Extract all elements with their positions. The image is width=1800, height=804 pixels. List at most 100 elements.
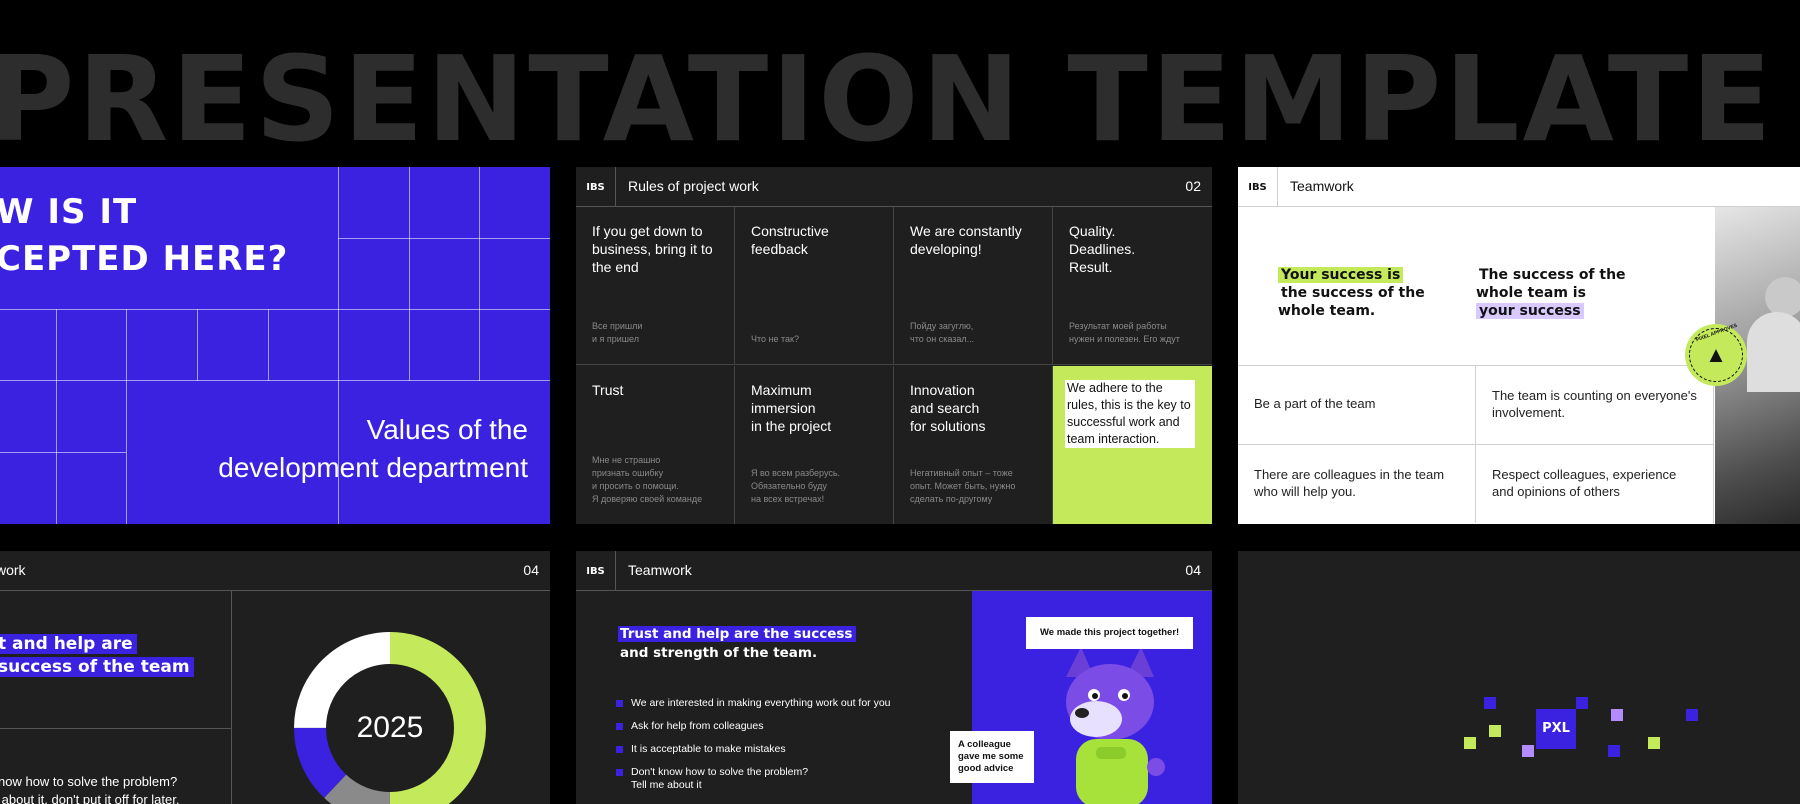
ibs-logo: IBS (576, 551, 616, 591)
grid-line (0, 380, 550, 381)
rule-note: Результат моей работы нужен и полезен. Е… (1069, 321, 1180, 344)
bullet-item: Ask for help from colleagues (616, 720, 891, 733)
team-cell: Be a part of the team (1238, 365, 1476, 444)
divider (0, 728, 231, 729)
bullet-item: Don't know how to solve the problem? Tel… (616, 766, 891, 792)
rule-cell: Trust Мне не страшно признать ошибку и п… (576, 366, 735, 524)
quote-highlight: your success (1476, 303, 1584, 319)
banner-title: PRESENTATION TEMPLATE (0, 30, 1775, 168)
slide-header: IBS Teamwork (1238, 167, 1800, 207)
slide-number: 02 (1185, 178, 1201, 194)
slide-teamwork-mascot[interactable]: IBS Teamwork 04 Trust and help are the s… (576, 551, 1212, 804)
rule-title: We are constantly developing! (910, 223, 1022, 257)
grid-line (479, 167, 480, 381)
slide-header: IBS Rules of project work 02 (576, 167, 1212, 207)
slide-pxl-logo[interactable]: PXL (1238, 551, 1800, 804)
grid-line (268, 309, 269, 381)
grid-line (338, 238, 550, 239)
donut-chart: 2025 (292, 630, 488, 804)
rule-title: Constructive feedback (751, 223, 829, 257)
team-cell: Respect colleagues, experience and opini… (1476, 444, 1714, 523)
slide-quote: Trust and help are the success and stren… (618, 625, 857, 663)
pixel-square (1484, 697, 1496, 709)
rule-cell: Innovation and search for solutions Нега… (894, 366, 1053, 524)
quote-line: success of the team (0, 657, 194, 677)
subtitle-line: development department (218, 452, 528, 483)
quote-line: t and help are (0, 634, 137, 654)
ibs-logo: IBS (1238, 167, 1278, 207)
speech-bubble: We made this project together! (1026, 617, 1194, 649)
rule-title: Quality. Deadlines. Result. (1069, 223, 1136, 275)
note-line: now how to solve the problem? (0, 774, 178, 789)
quote-highlight: Your success is (1278, 267, 1404, 283)
slide-title: Rules of project work (628, 178, 759, 194)
grid-line (126, 309, 127, 524)
quote-left: Your success is the success of the whole… (1278, 266, 1448, 320)
quote-text: The success of the whole team is (1476, 267, 1626, 301)
rule-highlight-text: We adhere to the rules, this is the key … (1065, 380, 1195, 448)
slide-question: W IS IT CEPTED HERE? (0, 189, 288, 283)
speech-bubble: A colleague gave me some good advice (950, 731, 1034, 783)
pixel-square (1608, 745, 1620, 757)
slide-title: work (0, 562, 26, 578)
rule-title: Innovation and search for solutions (910, 382, 986, 434)
slide-subtitle: Values of the development department (218, 411, 528, 487)
pixel-square (1611, 709, 1623, 721)
slide-number: 04 (1185, 562, 1201, 578)
slide-teamwork-white[interactable]: IBS Teamwork Your success is the success… (1238, 167, 1800, 524)
pixel-square (1489, 725, 1501, 737)
photo-person-head (1765, 277, 1800, 317)
slide-note: now how to solve the problem? about it, … (0, 773, 179, 804)
quote-highlight: Trust and help are the success (618, 626, 857, 642)
photo-person-body (1747, 312, 1800, 392)
pixel-square (1648, 737, 1660, 749)
rule-title: Maximum immersion in the project (751, 382, 832, 434)
pixel-square (1576, 697, 1588, 709)
rule-cell: If you get down to business, bring it to… (576, 207, 735, 365)
quote-text: and strength of the team. (620, 645, 818, 661)
slide-header: IBS Teamwork 04 (576, 551, 1212, 591)
slide-quote: t and help are success of the team (0, 633, 194, 679)
donut-center-label: 2025 (356, 711, 424, 744)
question-line: W IS IT (0, 192, 138, 232)
note-line: about it, don't put it off for later. (0, 792, 180, 804)
subtitle-line: Values of the (366, 414, 528, 445)
slide-values[interactable]: W IS IT CEPTED HERE? Values of the devel… (0, 167, 550, 524)
rule-title: Trust (592, 382, 624, 398)
team-cell: There are colleagues in the team who wil… (1238, 444, 1476, 523)
grid-line (0, 452, 126, 453)
slide-teamwork-chart[interactable]: work 04 t and help are success of the te… (0, 551, 550, 804)
bullet-list: We are interested in making everything w… (616, 697, 891, 802)
rule-note: Мне не страшно признать ошибку и просить… (592, 455, 703, 504)
slide-title: Teamwork (1290, 178, 1354, 194)
bullet-item: It is acceptable to make mistakes (616, 743, 891, 756)
divider (231, 591, 232, 804)
wolf-mascot-icon (1066, 647, 1165, 804)
ibs-logo: IBS (576, 167, 616, 207)
rule-cell: Quality. Deadlines. Result. Результат мо… (1053, 207, 1212, 365)
pixel-square (1686, 709, 1698, 721)
rule-title: If you get down to business, bring it to… (592, 223, 713, 275)
quote-right: The success of the whole team is your su… (1476, 266, 1626, 320)
pixel-square (1464, 737, 1476, 749)
pxl-logo: PXL (1536, 709, 1576, 749)
grid-line (56, 309, 57, 524)
slide-number: 04 (523, 562, 539, 578)
grid-line (0, 309, 550, 310)
question-line: CEPTED HERE? (0, 239, 289, 279)
slide-rules[interactable]: IBS Rules of project work 02 If you get … (576, 167, 1212, 524)
rule-cell: Constructive feedback Что не так? (735, 207, 894, 365)
grid-line (409, 167, 410, 381)
bullet-item: We are interested in making everything w… (616, 697, 891, 710)
rule-note: Что не так? (751, 334, 799, 344)
rule-cell: Maximum immersion in the project Я во вс… (735, 366, 894, 524)
pixel-approves-badge: PIXEL APPROVES ▲ (1685, 323, 1747, 386)
rule-note: Все пришли и я пришел (592, 321, 643, 344)
pixel-square (1522, 745, 1534, 757)
rule-cell: We are constantly developing! Пойду загу… (894, 207, 1053, 365)
grid-line (197, 309, 198, 381)
slide-title: Teamwork (628, 562, 692, 578)
rule-cell-highlight: We adhere to the rules, this is the key … (1053, 366, 1212, 524)
rule-note: Негативный опыт – тоже опыт. Может быть,… (910, 468, 1016, 504)
slide-header: work 04 (0, 551, 550, 591)
